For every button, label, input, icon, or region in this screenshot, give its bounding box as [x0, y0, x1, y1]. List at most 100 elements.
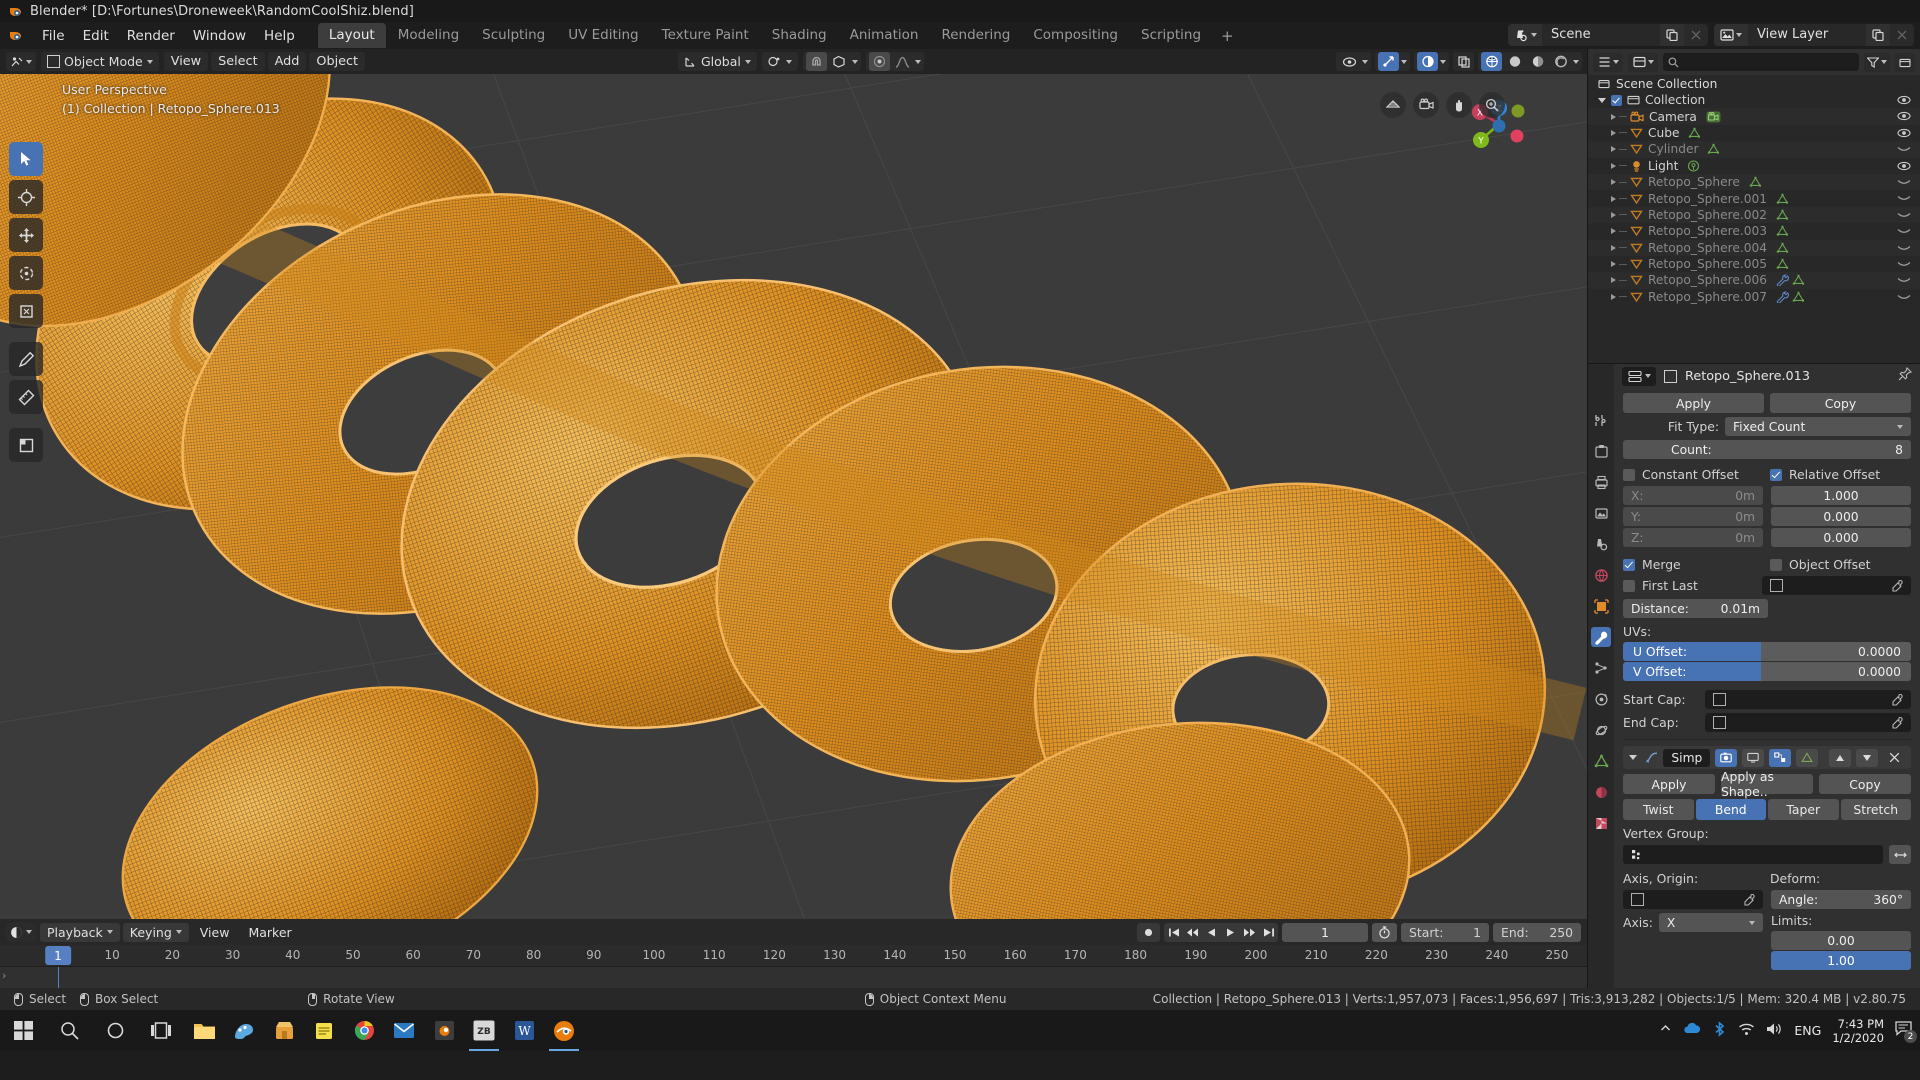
taskbar-blender[interactable] — [544, 1010, 584, 1051]
outliner-row[interactable]: Cylinder — [1588, 141, 1920, 158]
constant-offset-z-field[interactable]: Z: 0m — [1623, 528, 1763, 547]
timeline-menu-keying[interactable]: Keying — [122, 922, 189, 942]
deform-mode-bend[interactable]: Bend — [1695, 799, 1766, 820]
hidden-in-viewport-icon[interactable] — [1897, 258, 1911, 272]
outliner-row[interactable]: Retopo_Sphere.005 — [1588, 256, 1920, 272]
jump-to-end-button[interactable] — [1259, 923, 1278, 942]
tab-render[interactable] — [1591, 441, 1611, 461]
limit-high-field[interactable]: 1.00 — [1771, 951, 1911, 970]
wireframe-shading-icon[interactable] — [1481, 52, 1502, 71]
rotate-tool[interactable] — [9, 256, 43, 290]
view-layer-selector[interactable]: View Layer — [1714, 24, 1914, 46]
viewport-menu-add[interactable]: Add — [267, 52, 307, 71]
viewport-menu-object[interactable]: Object — [309, 52, 366, 71]
start-button[interactable] — [0, 1010, 46, 1051]
jump-to-start-button[interactable] — [1164, 923, 1183, 942]
limit-low-field[interactable]: 0.00 — [1771, 931, 1911, 950]
object-offset-field[interactable] — [1762, 576, 1911, 595]
cortana-icon[interactable] — [92, 1010, 138, 1051]
eyedropper-icon[interactable] — [1891, 579, 1903, 592]
annotate-tool[interactable] — [9, 342, 43, 376]
hidden-in-viewport-icon[interactable] — [1897, 192, 1911, 206]
pan-view-icon[interactable] — [1446, 92, 1472, 118]
show-gizmo-icon[interactable] — [1339, 52, 1360, 71]
timeline-sidebar-toggle[interactable]: › — [2, 969, 6, 982]
tab-tool[interactable] — [1591, 410, 1611, 430]
constant-offset-checkbox[interactable] — [1623, 468, 1635, 481]
hidden-in-viewport-icon[interactable] — [1897, 242, 1911, 256]
taskbar-word[interactable]: W — [504, 1010, 544, 1051]
simple-deform-name-field[interactable]: Simp — [1663, 748, 1711, 767]
simple-deform-apply-as-shape-button[interactable]: Apply as Shape.. — [1721, 769, 1813, 799]
first-last-checkbox[interactable] — [1623, 579, 1635, 592]
task-view-icon[interactable] — [138, 1010, 184, 1051]
hide-in-viewport-icon[interactable] — [1897, 110, 1911, 124]
scene-selector[interactable]: Scene — [1508, 24, 1708, 46]
workspace-tab-rendering[interactable]: Rendering — [930, 23, 1021, 48]
hidden-in-viewport-icon[interactable] — [1897, 291, 1911, 305]
taskbar-store[interactable] — [264, 1010, 304, 1051]
auto-keying-toggle[interactable] — [1137, 922, 1160, 942]
timeline-editor-type[interactable] — [6, 922, 36, 942]
timeline-menu-playback[interactable]: Playback — [40, 922, 120, 942]
workspace-tab-scripting[interactable]: Scripting — [1130, 23, 1212, 48]
render-visibility-toggle[interactable] — [1715, 748, 1738, 767]
expand-arrow-icon[interactable] — [1611, 162, 1616, 169]
invert-vertex-group-button[interactable] — [1889, 845, 1911, 864]
outliner-scene-collection-row[interactable]: Scene Collection — [1588, 75, 1920, 92]
new-scene-button[interactable] — [1660, 24, 1684, 46]
use-preview-range-button[interactable] — [1372, 922, 1397, 942]
add-cube-tool[interactable] — [9, 428, 43, 462]
relative-offset-toggle[interactable]: Relative Offset — [1770, 467, 1911, 482]
tray-expand-icon[interactable] — [1659, 1022, 1672, 1039]
merge-toggle[interactable]: Merge — [1623, 557, 1764, 572]
taskbar-clock[interactable]: 7:43 PM 1/2/2020 — [1832, 1017, 1884, 1045]
taskbar-chrome[interactable] — [344, 1010, 384, 1051]
expand-arrow-icon[interactable] — [1611, 129, 1616, 136]
properties-editor-type[interactable] — [1622, 366, 1656, 386]
onedrive-icon[interactable] — [1683, 1022, 1701, 1040]
start-frame-field[interactable]: Start: 1 — [1401, 922, 1489, 942]
outliner-row[interactable]: Retopo_Sphere.003 — [1588, 223, 1920, 239]
rendered-shading-icon[interactable] — [1550, 52, 1571, 71]
workspace-tab-animation[interactable]: Animation — [839, 23, 930, 48]
next-keyframe-button[interactable] — [1240, 923, 1259, 942]
outliner-new-collection-button[interactable] — [1895, 52, 1915, 72]
play-reverse-button[interactable] — [1202, 923, 1221, 942]
outliner-row[interactable]: Retopo_Sphere.004 — [1588, 239, 1920, 256]
measure-tool[interactable] — [9, 380, 43, 414]
volume-icon[interactable] — [1766, 1022, 1783, 1040]
workspace-tab-layout[interactable]: Layout — [317, 23, 386, 48]
workspace-tab-uv-editing[interactable]: UV Editing — [557, 23, 649, 48]
count-field[interactable]: Count: 8 — [1623, 440, 1911, 459]
3d-viewport[interactable]: User Perspective (1) Collection | Retopo… — [0, 74, 1587, 919]
object-offset-checkbox[interactable] — [1770, 558, 1782, 571]
expand-arrow-icon[interactable] — [1611, 146, 1616, 153]
tab-material[interactable] — [1591, 782, 1611, 802]
angle-field[interactable]: Angle: 360° — [1771, 890, 1911, 909]
language-indicator[interactable]: ENG — [1794, 1023, 1821, 1038]
proportional-cube-icon[interactable] — [828, 52, 850, 71]
outliner-row[interactable]: Retopo_Sphere.007 — [1588, 289, 1920, 305]
hide-in-viewport-icon[interactable] — [1897, 94, 1911, 108]
snap-magnet-icon[interactable] — [805, 52, 827, 71]
unlink-scene-button[interactable] — [1684, 24, 1708, 46]
expand-arrow-icon[interactable] — [1611, 228, 1616, 235]
simple-deform-copy-button[interactable]: Copy — [1819, 774, 1911, 794]
hidden-in-viewport-icon[interactable] — [1897, 274, 1911, 288]
outliner-row[interactable]: Camera — [1588, 108, 1920, 125]
transform-orientation-selector[interactable]: Global — [678, 52, 757, 71]
on-cage-visibility-toggle[interactable] — [1796, 748, 1819, 767]
hidden-in-viewport-icon[interactable] — [1897, 143, 1911, 157]
collapse-arrow-icon[interactable] — [1629, 755, 1637, 760]
workspace-tab-modeling[interactable]: Modeling — [387, 23, 470, 48]
camera-view-icon[interactable] — [1413, 92, 1439, 118]
move-tool[interactable] — [9, 218, 43, 252]
proportional-edit-icon[interactable] — [868, 52, 890, 71]
action-center-icon[interactable]: 2 — [1895, 1021, 1917, 1043]
constant-offset-x-field[interactable]: X: 0m — [1623, 486, 1763, 505]
workspace-tab-shading[interactable]: Shading — [761, 23, 838, 48]
outliner-editor-type[interactable] — [1593, 52, 1623, 72]
expand-arrow-icon[interactable] — [1611, 211, 1616, 218]
workspace-tab-texture-paint[interactable]: Texture Paint — [651, 23, 760, 48]
